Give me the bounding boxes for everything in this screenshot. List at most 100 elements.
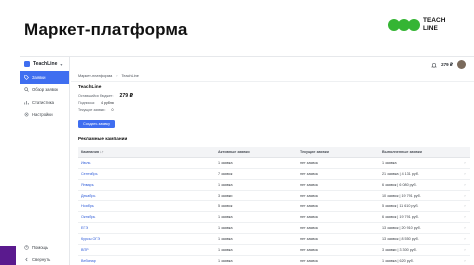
chevron-right-icon[interactable]: ›: [460, 204, 470, 208]
chevron-right-icon[interactable]: ›: [460, 161, 470, 165]
table-row[interactable]: Сентябрь 7 заявок нет заявок 21 заявка | 4 …: [78, 169, 470, 180]
completed-applications: 1 заявка: [382, 160, 397, 165]
subscription-value: 4 рубля: [101, 101, 114, 105]
gear-icon: [24, 112, 29, 117]
active-applications: 5 заявок: [218, 204, 233, 209]
main-content: 279 ₽ Маркет-платформа › TeachLine Teach…: [71, 57, 474, 265]
sidebar-item-label: Статистика: [32, 99, 54, 105]
brand-name: TeachLine: [33, 61, 58, 67]
active-applications: 3 заявки: [218, 193, 233, 198]
campaign-name[interactable]: Январь: [78, 183, 218, 187]
chevron-right-icon[interactable]: ›: [460, 248, 470, 252]
sidebar-item-label: Помощь: [32, 244, 49, 250]
current-applications: нет заявок: [300, 204, 318, 209]
breadcrumb-item[interactable]: Маркет-платформа: [78, 74, 112, 78]
slide-title: Маркет-платформа: [24, 20, 188, 39]
search-icon: [24, 87, 29, 92]
completed-applications: 13 заявок | 20 910 руб.: [382, 226, 421, 231]
chevron-right-icon[interactable]: ›: [460, 215, 470, 219]
sidebar-nav: Заявки Обзор заявок Статистика Настройки: [20, 71, 69, 121]
active-applications: 1 заявка: [218, 247, 233, 252]
table-row[interactable]: Июль 1 заявка нет заявок 1 заявка ›: [78, 158, 470, 169]
column-header-campaign[interactable]: Кампания ↓↑: [78, 150, 218, 154]
active-applications: 1 заявка: [218, 215, 233, 220]
balance-label: Оставшийся бюджет:: [78, 93, 114, 98]
subscription-label: Подписка:: [78, 101, 95, 105]
collapse-icon: [24, 257, 29, 262]
topbar-balance: 279 ₽: [441, 61, 453, 67]
breadcrumb-separator: ›: [116, 74, 118, 78]
table-row[interactable]: Курсы ОГЭ 1 заявка нет заявок 13 заявок | 8…: [78, 234, 470, 246]
breadcrumb: Маркет-платформа › TeachLine: [78, 74, 139, 78]
table-row[interactable]: Ноябрь 5 заявок нет заявок 5 заявок | 11 61…: [78, 201, 470, 213]
completed-applications: 5 заявок | 11 610 руб.: [382, 204, 419, 209]
chevron-right-icon[interactable]: ›: [460, 237, 470, 241]
current-applications: нет заявок: [300, 193, 318, 198]
tag-icon: [24, 74, 29, 80]
card-title: TeachLine: [78, 85, 102, 90]
current-applications: нет заявок: [300, 247, 318, 252]
chevron-right-icon[interactable]: ›: [460, 183, 470, 187]
campaign-name[interactable]: ЕГЭ: [78, 226, 218, 230]
sidebar-item-statistics[interactable]: Статистика: [20, 96, 69, 109]
chevron-right-icon[interactable]: ›: [460, 259, 470, 263]
campaign-name[interactable]: Июль: [78, 161, 218, 165]
campaign-name[interactable]: ВПР: [78, 248, 218, 252]
table-row[interactable]: Октябрь 1 заявка нет заявок 6 заявок | 19 7…: [78, 212, 470, 224]
avatar[interactable]: [457, 60, 466, 69]
campaign-name[interactable]: Вебинар: [78, 259, 218, 263]
completed-applications: 13 заявок | 8 550 руб.: [382, 237, 419, 242]
column-header-current: Текущие заявки: [300, 149, 329, 154]
active-applications: 1 заявка: [218, 237, 233, 242]
active-applications: 1 заявка: [218, 258, 233, 263]
sidebar-item-help[interactable]: Помощь: [20, 241, 69, 254]
divider: [71, 81, 474, 82]
teachline-logo: TEACH LINE: [388, 16, 460, 38]
applications-label: Текущие заявки:: [78, 107, 106, 112]
active-applications: 7 заявок: [218, 171, 233, 176]
current-applications: нет заявок: [300, 258, 318, 263]
completed-applications: 3 заявки | 3 300 руб.: [382, 247, 417, 252]
sidebar-item-applications[interactable]: Заявки: [20, 71, 69, 84]
sidebar-item-settings[interactable]: Настройки: [20, 109, 69, 122]
topbar-actions: 279 ₽: [431, 60, 466, 69]
brand-switcher[interactable]: TeachLine ▾: [24, 61, 62, 67]
sidebar-item-collapse[interactable]: Свернуть: [20, 254, 69, 265]
completed-applications: 6 заявок | 6 080 руб.: [382, 182, 417, 187]
balance-row: Оставшийся бюджет: 279 ₽: [78, 93, 150, 99]
chevron-right-icon[interactable]: ›: [460, 226, 470, 230]
campaign-name[interactable]: Октябрь: [78, 215, 218, 219]
sidebar-item-label: Заявки: [32, 74, 46, 80]
campaign-name[interactable]: Декабрь: [78, 194, 218, 198]
completed-applications: 10 заявок | 19 791 руб.: [382, 193, 421, 198]
table-header: Кампания ↓↑ Активные заявки Текущие заяв…: [78, 147, 470, 158]
current-applications: нет заявок: [300, 160, 318, 165]
create-application-button[interactable]: Создать заявку: [78, 119, 116, 128]
completed-applications: 21 заявка | 4 131 руб.: [382, 171, 419, 176]
account-card: TeachLine Оставшийся бюджет: 279 ₽ Подпи…: [78, 85, 150, 128]
completed-applications: 6 заявок | 19 791 руб.: [382, 215, 419, 220]
app-window: TeachLine ▾ Заявки Обзор заявок Статисти…: [20, 56, 474, 265]
table-row[interactable]: Январь 1 заявка нет заявок 6 заявок | 6 080…: [78, 180, 470, 191]
brand-icon: [24, 61, 30, 67]
table-row[interactable]: ВПР 1 заявка нет заявок 3 заявки | 3 300 ру…: [78, 245, 470, 256]
active-applications: 1 заявка: [218, 226, 233, 231]
campaign-name[interactable]: Курсы ОГЭ: [78, 237, 218, 241]
table-row[interactable]: Вебинар 1 заявка нет заявок 1 заявка | 620 …: [78, 256, 470, 265]
current-applications: нет заявок: [300, 237, 318, 242]
chevron-right-icon[interactable]: ›: [460, 194, 470, 198]
subscription-row: Подписка: 4 рубля: [78, 101, 150, 105]
active-applications: 1 заявка: [218, 160, 233, 165]
chevron-right-icon[interactable]: ›: [460, 172, 470, 176]
table-row[interactable]: Декабрь 3 заявки нет заявок 10 заявок | 19 …: [78, 191, 470, 202]
table-row[interactable]: ЕГЭ 1 заявка нет заявок 13 заявок | 20 910 …: [78, 223, 470, 235]
campaign-name[interactable]: Ноябрь: [78, 204, 218, 208]
chart-icon: [24, 100, 29, 105]
campaign-name[interactable]: Сентябрь: [78, 172, 218, 176]
sidebar-item-overview[interactable]: Обзор заявок: [20, 84, 69, 97]
applications-row: Текущие заявки: 0: [78, 108, 150, 112]
current-applications: нет заявок: [300, 171, 318, 176]
help-icon: [24, 245, 29, 250]
current-applications: нет заявок: [300, 182, 318, 187]
bell-icon[interactable]: [431, 62, 437, 68]
